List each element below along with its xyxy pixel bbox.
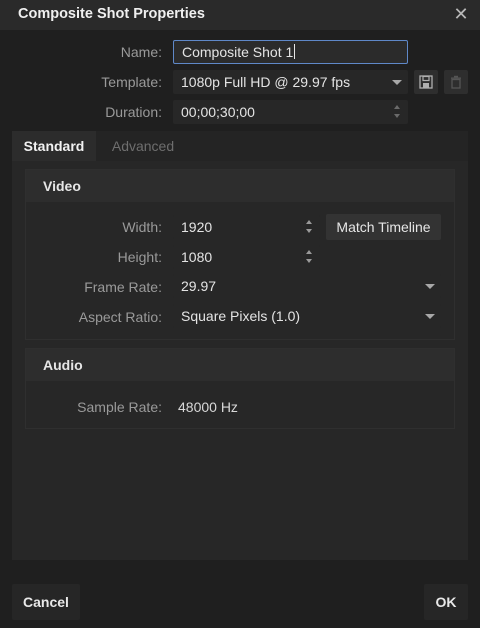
duration-stepper[interactable] <box>394 103 402 121</box>
height-stepper[interactable] <box>306 248 314 266</box>
title-bar: Composite Shot Properties ✕ <box>0 0 480 30</box>
audio-section: Audio <box>25 348 455 429</box>
width-label: Width: <box>122 219 162 235</box>
duration-input-value: 00;00;30;00 <box>181 104 255 120</box>
chevron-down-icon <box>425 314 435 319</box>
ok-button[interactable]: OK <box>424 584 468 620</box>
template-dropdown-value: 1080p Full HD @ 29.97 fps <box>181 74 351 90</box>
delete-template-button[interactable] <box>444 70 468 94</box>
name-label: Name: <box>120 44 162 60</box>
dialog-title: Composite Shot Properties <box>18 6 205 22</box>
chevron-down-icon <box>425 284 435 289</box>
frame-rate-dropdown[interactable]: 29.97 <box>173 274 441 298</box>
text-cursor <box>294 44 296 59</box>
aspect-ratio-label: Aspect Ratio: <box>78 309 162 325</box>
video-section-header: Video <box>26 170 454 202</box>
template-label: Template: <box>101 74 162 90</box>
match-timeline-button[interactable]: Match Timeline <box>326 214 441 240</box>
name-input[interactable]: Composite Shot 1 <box>173 40 408 64</box>
height-input[interactable]: 1080 <box>173 245 320 269</box>
trash-icon <box>451 75 461 89</box>
save-icon <box>419 75 433 89</box>
height-input-value: 1080 <box>181 249 213 265</box>
aspect-ratio-value: Square Pixels (1.0) <box>181 308 301 324</box>
duration-input[interactable]: 00;00;30;00 <box>173 100 408 124</box>
width-stepper[interactable] <box>306 218 314 236</box>
tab-advanced[interactable]: Advanced <box>98 131 188 161</box>
sample-rate-label: Sample Rate: <box>77 399 162 415</box>
aspect-ratio-dropdown[interactable]: Square Pixels (1.0) <box>173 304 441 328</box>
chevron-down-icon <box>392 80 402 85</box>
width-input[interactable]: 1920 <box>173 215 320 239</box>
save-template-button[interactable] <box>414 70 438 94</box>
name-input-value: Composite Shot 1 <box>182 44 294 60</box>
frame-rate-label: Frame Rate: <box>84 279 162 295</box>
audio-section-header: Audio <box>26 349 454 381</box>
close-icon[interactable]: ✕ <box>450 3 472 25</box>
template-dropdown[interactable]: 1080p Full HD @ 29.97 fps <box>173 70 408 94</box>
height-label: Height: <box>117 249 162 265</box>
duration-label: Duration: <box>105 104 162 120</box>
frame-rate-value: 29.97 <box>181 278 217 294</box>
cancel-button[interactable]: Cancel <box>12 584 80 620</box>
tab-standard[interactable]: Standard <box>12 131 96 161</box>
sample-rate-value: 48000 Hz <box>178 399 238 415</box>
width-input-value: 1920 <box>181 219 213 235</box>
